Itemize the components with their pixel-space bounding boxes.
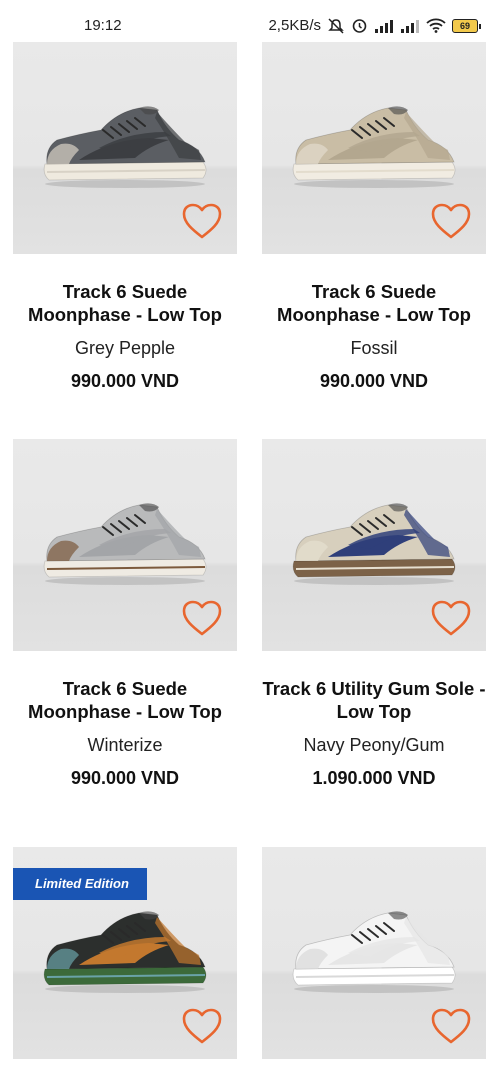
battery-icon: 69	[452, 18, 481, 33]
network-speed: 2,5KB/s	[268, 17, 321, 34]
mute-icon	[327, 17, 345, 34]
product-image[interactable]: Limited Edition	[13, 847, 237, 1059]
product-card[interactable]: Track 6 Suede Moonphase - Low Top Fossil…	[262, 42, 486, 392]
product-name[interactable]: Track 6 Suede Moonphase - Low Top	[13, 677, 237, 723]
sneaker-image	[43, 503, 207, 585]
product-color: Winterize	[87, 735, 163, 755]
product-image[interactable]	[13, 439, 237, 651]
signal-icon-2	[400, 19, 420, 33]
heart-icon[interactable]	[181, 599, 223, 637]
product-image[interactable]	[262, 42, 486, 254]
product-image[interactable]	[262, 847, 486, 1059]
product-color: Navy Peony/Gum	[303, 735, 445, 755]
sneaker-image	[43, 911, 207, 993]
product-color: Grey Pepple	[74, 338, 176, 358]
product-card[interactable]	[262, 847, 486, 1059]
signal-icon-1	[374, 19, 394, 33]
product-price: 990.000 VND	[70, 768, 180, 788]
product-image[interactable]	[13, 42, 237, 254]
sneaker-image	[43, 106, 207, 188]
product-price: 990.000 VND	[70, 371, 180, 391]
limited-edition-badge: Limited Edition	[13, 868, 147, 900]
heart-icon[interactable]	[181, 202, 223, 240]
product-card[interactable]: Track 6 Suede Moonphase - Low Top Grey P…	[13, 42, 237, 392]
heart-icon[interactable]	[430, 202, 472, 240]
product-price: 1.090.000 VND	[312, 768, 436, 788]
wifi-icon	[426, 18, 446, 33]
sneaker-image	[292, 911, 456, 993]
sneaker-image	[292, 106, 456, 188]
product-card[interactable]: Limited Edition	[13, 847, 237, 1059]
product-name[interactable]: Track 6 Suede Moonphase - Low Top	[13, 280, 237, 326]
heart-icon[interactable]	[181, 1007, 223, 1045]
status-time: 19:12	[84, 17, 122, 34]
status-bar: 19:12 2,5KB/s 69	[0, 0, 498, 42]
product-name[interactable]: Track 6 Suede Moonphase - Low Top	[262, 280, 486, 326]
heart-icon[interactable]	[430, 1007, 472, 1045]
product-name[interactable]: Track 6 Utility Gum Sole - Low Top	[262, 677, 486, 723]
heart-icon[interactable]	[430, 599, 472, 637]
alarm-icon	[351, 17, 368, 34]
product-card[interactable]: Track 6 Suede Moonphase - Low Top Winter…	[13, 439, 237, 789]
product-price: 990.000 VND	[319, 371, 429, 391]
status-icons: 2,5KB/s 69	[268, 17, 481, 34]
product-card[interactable]: Track 6 Utility Gum Sole - Low Top Navy …	[262, 439, 486, 789]
sneaker-image	[292, 503, 456, 585]
product-image[interactable]	[262, 439, 486, 651]
product-color: Fossil	[350, 338, 398, 358]
